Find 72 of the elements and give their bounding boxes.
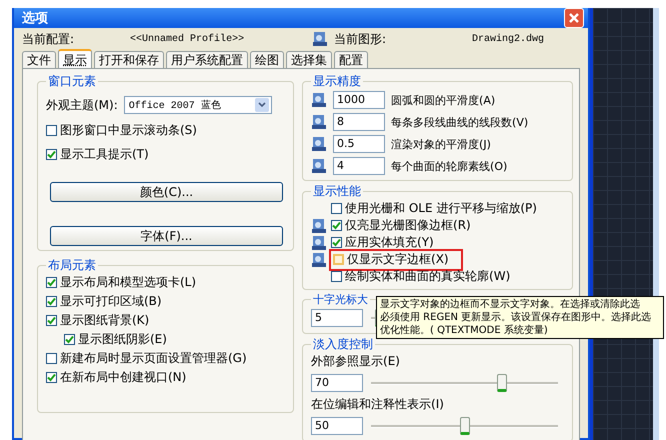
checkbox-label: 在新布局中创建视口(N) [60,368,186,386]
input-field[interactable]: 4 [333,157,386,175]
profile-name: <<Unnamed Profile>> [130,34,246,44]
input-field[interactable]: 70 [311,374,364,392]
drawing-name: Drawing2.dwg [472,34,544,44]
drawing-icon [312,31,328,47]
checkbox[interactable] [331,203,342,214]
field-label: 圆弧和圆的平滑度(A) [391,92,496,108]
field-label: 在位编辑和注释性表示(I) [311,396,445,413]
input-field[interactable]: 50 [311,417,364,435]
drawing-label: 当前图形: [334,30,386,48]
checkbox[interactable] [46,314,57,326]
input-field[interactable]: 0.5 [333,135,386,153]
checkbox[interactable] [46,276,57,288]
checkbox[interactable] [331,220,342,231]
checkbox[interactable] [46,352,57,364]
tab[interactable]: 显示 [58,49,92,68]
checkbox[interactable] [64,334,75,344]
checkbox[interactable] [46,124,57,136]
tab[interactable]: 文件 [22,51,56,68]
field-label: 外部参照显示(E) [311,353,401,370]
profile-label: 当前配置: [22,30,74,48]
checkbox-label: 新建布局时显示页面设置管理器(G) [60,350,247,366]
tab[interactable]: 打开和保存 [94,51,164,68]
drawing-saved-icon [311,114,328,130]
tab[interactable]: 配置 [334,51,368,68]
input-field[interactable]: 1000 [333,91,386,109]
checkbox[interactable] [331,237,342,248]
theme-label: 外观主题(M): [46,96,118,114]
checkbox-label: 使用光栅和 OLE 进行平移与缩放(P) [345,200,537,217]
drawing-saved-icon [311,136,328,152]
input-field[interactable]: 8 [333,113,386,131]
theme-dropdown[interactable]: Office 2007 蓝色 [124,96,272,114]
dialog-button[interactable]: 字体(F)... [50,226,284,246]
field-label: 每条多段线曲线的线段数(V) [391,114,528,130]
group-title: 淡入度控制 [312,336,374,353]
close-icon [568,12,580,24]
checkbox[interactable] [331,271,342,282]
checkbox-label: 绘制实体和曲面的真实轮廓(W) [345,268,510,285]
slider-thumb[interactable] [496,374,507,392]
drawing-saved-icon [311,158,328,174]
checkbox-label: 显示布局和模型选项卡(L) [60,274,196,290]
group-title: 十字光标大 [312,292,370,307]
group-title: 显示性能 [312,183,362,200]
tab[interactable]: 绘图 [250,51,284,68]
checkbox-label: 显示图纸背景(K) [60,312,150,328]
drawing-saved-icon [311,92,328,108]
checkbox-label: 仅显示文字边框(X) [347,251,449,268]
close-button[interactable] [564,8,584,28]
tab[interactable]: 用户系统配置 [166,51,248,68]
checkbox-label: 显示可打印区域(B) [60,292,162,310]
checkbox[interactable] [46,372,57,382]
checkbox[interactable] [46,296,57,306]
checkbox-label: 图形窗口中显示滚动条(S) [60,122,197,138]
checkbox-label: 仅亮显光栅图像边框(R) [345,217,471,234]
tooltip-text: 必须使用 REGEN 更新显示。该设置保存在图形中。选择此选 [380,311,652,324]
tab[interactable]: 选择集 [286,51,332,68]
group-title: 显示精度 [312,73,362,90]
slider-thumb[interactable] [460,416,470,434]
tooltip-text: 优化性能。( QTEXTMODE 系统变量) [380,324,549,337]
dialog-button[interactable]: 颜色(C)... [50,182,284,202]
window-title: 选项 [22,10,48,27]
checkbox-label: 应用实体填充(Y) [345,234,434,251]
group-title: 窗口元素 [47,73,97,90]
checkbox-label: 显示图纸阴影(E) [78,330,167,348]
field-label: 每个曲面的轮廓素线(O) [391,158,508,174]
field-label: 渲染对象的平滑度(J) [391,136,491,152]
checkbox-label: 显示工具提示(T) [60,146,149,162]
checkbox[interactable] [46,148,57,160]
group-title: 布局元素 [47,257,97,274]
input-field[interactable]: 5 [311,309,364,327]
tooltip-text: 显示文字对象的边框而不显示文字对象。在选择或清除此选 [380,298,641,311]
